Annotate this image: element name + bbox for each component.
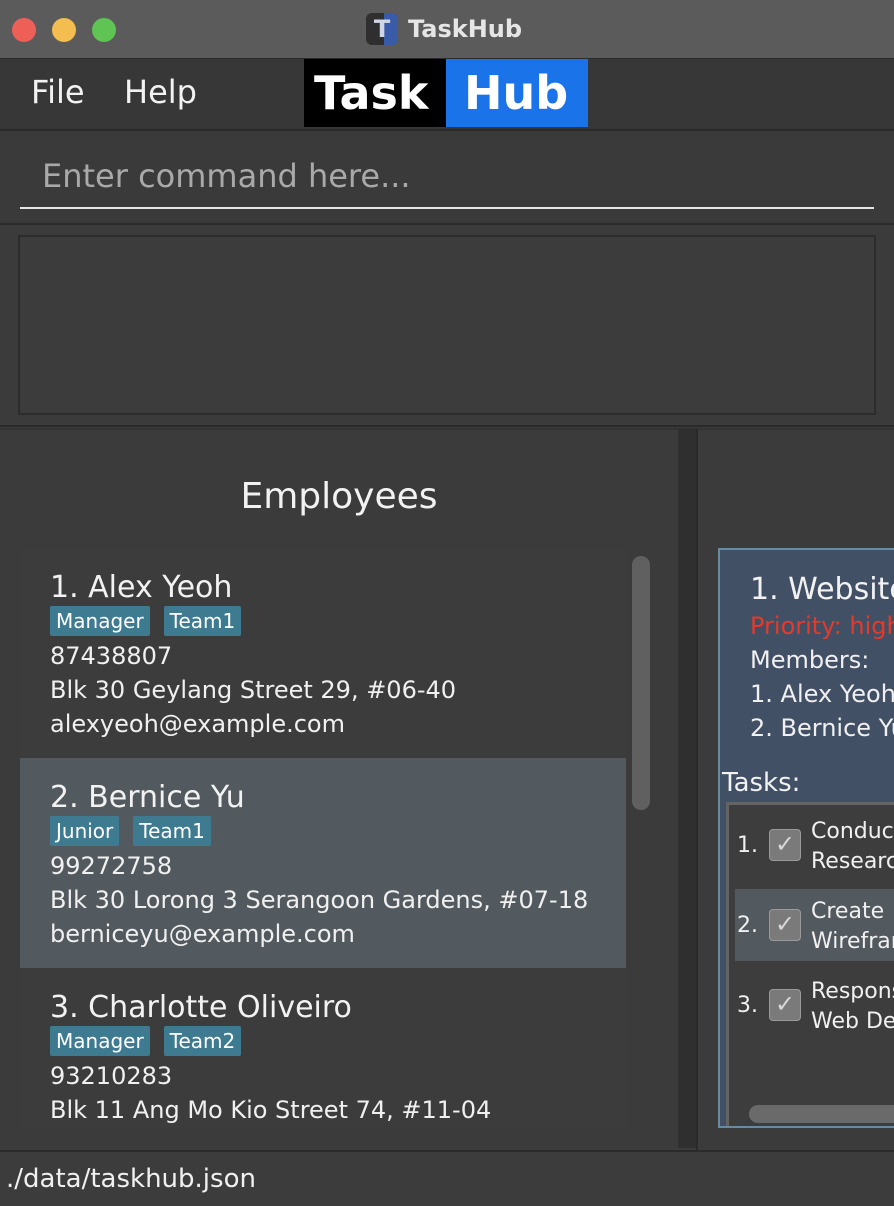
data-file-path: ./data/taskhub.json: [6, 1164, 256, 1194]
employee-list[interactable]: 1. Alex Yeoh Manager Team1 87438807 Blk …: [20, 548, 626, 1128]
minimize-window-button[interactable]: [52, 18, 76, 42]
taskhub-logo: Task Hub: [304, 59, 588, 127]
command-box: [0, 131, 894, 225]
tag: Manager: [50, 1026, 150, 1056]
employee-phone: 87438807: [50, 642, 173, 670]
task-number: 2.: [737, 913, 758, 938]
project-name: 1. Website: [750, 572, 894, 607]
task-name: ConductResearch: [811, 819, 894, 874]
result-display-area: [0, 225, 894, 427]
task-row[interactable]: 2. ✓ CreateWireframe: [735, 889, 894, 961]
employee-name: 1. Alex Yeoh: [50, 570, 233, 605]
employee-phone: 93210283: [50, 1062, 173, 1090]
employee-tags: Manager Team2: [50, 1026, 242, 1056]
tag: Team1: [163, 606, 242, 636]
title-bar: T TaskHub: [0, 0, 894, 59]
employee-card-selected[interactable]: 2. Bernice Yu Junior Team1 99272758 Blk …: [20, 758, 626, 968]
tasks-label: Tasks:: [722, 768, 801, 798]
employee-address: Blk 11 Ang Mo Kio Street 74, #11-04: [50, 1096, 492, 1124]
task-checkbox[interactable]: ✓: [769, 989, 801, 1021]
zoom-window-button[interactable]: [92, 18, 116, 42]
app-icon: T: [366, 13, 398, 45]
tag: Manager: [50, 606, 150, 636]
task-row[interactable]: 3. ✓ ResponsiveWeb Design: [735, 969, 894, 1041]
menu-help[interactable]: Help: [124, 73, 197, 111]
members-label: Members:: [750, 646, 870, 674]
employee-email: alexyeoh@example.com: [50, 710, 345, 738]
menu-file[interactable]: File: [31, 73, 85, 111]
window-title-text: TaskHub: [408, 15, 523, 43]
tag: Junior: [50, 816, 120, 846]
project-member: 2. Bernice Yu: [750, 714, 894, 742]
employee-tags: Manager Team1: [50, 606, 242, 636]
employees-title: Employees: [240, 476, 438, 517]
employee-address: Blk 30 Geylang Street 29, #06-40: [50, 676, 457, 704]
task-list-hscrollbar[interactable]: [749, 1105, 894, 1123]
logo-task-text: Task: [304, 59, 446, 127]
project-card[interactable]: 1. Website Priority: high Members: 1. Al…: [718, 548, 894, 1128]
panel-divider[interactable]: [678, 428, 696, 1148]
employee-name: 3. Charlotte Oliveiro: [50, 990, 352, 1025]
employee-card[interactable]: 3. Charlotte Oliveiro Manager Team2 9321…: [20, 968, 626, 1128]
project-member: 1. Alex Yeoh: [750, 680, 894, 708]
command-input[interactable]: [20, 145, 874, 209]
task-name: ResponsiveWeb Design: [811, 979, 894, 1034]
employee-name: 2. Bernice Yu: [50, 780, 245, 815]
task-checkbox[interactable]: ✓: [769, 909, 801, 941]
tag: Team1: [133, 816, 211, 846]
employee-email: berniceyu@example.com: [50, 920, 355, 948]
employee-tags: Junior Team1: [50, 816, 211, 846]
employee-address: Blk 30 Lorong 3 Serangoon Gardens, #07-1…: [50, 886, 589, 914]
employee-list-scrollbar[interactable]: [632, 556, 650, 810]
project-priority: Priority: high: [750, 612, 894, 640]
employee-card[interactable]: 1. Alex Yeoh Manager Team1 87438807 Blk …: [20, 548, 626, 758]
logo-hub-text: Hub: [446, 59, 588, 127]
task-list[interactable]: 1. ✓ ConductResearch 2. ✓ CreateWirefram…: [726, 802, 894, 1126]
close-window-button[interactable]: [12, 18, 36, 42]
task-row[interactable]: 1. ✓ ConductResearch: [735, 809, 894, 881]
menu-bar: File Help Task Hub: [0, 59, 894, 131]
tag: Team2: [163, 1026, 242, 1056]
task-checkbox[interactable]: ✓: [769, 829, 801, 861]
task-name: CreateWireframe: [811, 899, 894, 954]
task-number: 1.: [737, 833, 758, 858]
result-display: [18, 235, 876, 415]
status-bar: ./data/taskhub.json: [0, 1150, 894, 1206]
employee-phone: 99272758: [50, 852, 173, 880]
window-title: T TaskHub: [366, 12, 522, 46]
task-number: 3.: [737, 993, 758, 1018]
